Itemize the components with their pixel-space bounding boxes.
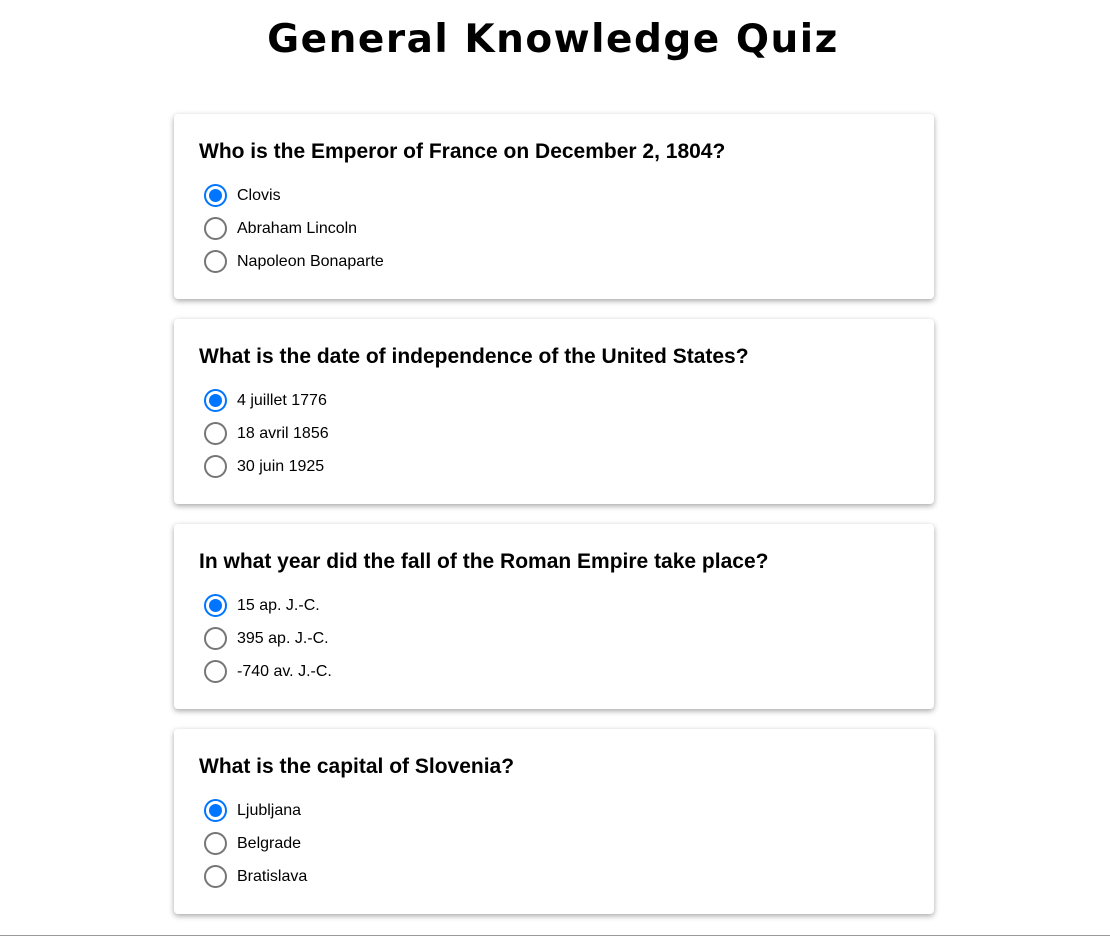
answer-label: Belgrade — [237, 834, 302, 852]
answer-label: Clovis — [237, 186, 281, 204]
answer-label: -740 av. J.-C. — [237, 662, 332, 680]
answer-option[interactable]: 30 juin 1925 — [199, 450, 909, 483]
radio-button[interactable] — [204, 217, 227, 240]
question-text: In what year did the fall of the Roman E… — [199, 550, 769, 573]
answer-option[interactable]: 4 juillet 1776 — [199, 384, 909, 417]
answer-label: 18 avril 1856 — [237, 424, 329, 442]
answer-label: Ljubljana — [237, 801, 302, 819]
answer-label: Napoleon Bonaparte — [237, 252, 384, 270]
radio-button[interactable] — [204, 660, 227, 683]
answer-option[interactable]: Belgrade — [199, 827, 909, 860]
quiz-list: Who is the Emperor of France on December… — [174, 114, 934, 934]
answer-label: 30 juin 1925 — [237, 457, 325, 475]
radio-button[interactable] — [204, 832, 227, 855]
answer-option[interactable]: Ljubljana — [199, 794, 909, 827]
answer-label: 395 ap. J.-C. — [237, 629, 329, 647]
question-text: What is the capital of Slovenia? — [199, 755, 515, 778]
answer-option[interactable]: Napoleon Bonaparte — [199, 245, 909, 278]
question-card-4: What is the capital of Slovenia? Ljublja… — [174, 729, 934, 914]
radio-button[interactable] — [204, 627, 227, 650]
question-card-1: Who is the Emperor of France on December… — [174, 114, 934, 299]
radio-button-selected[interactable] — [204, 594, 227, 617]
answer-label: 4 juillet 1776 — [237, 391, 327, 409]
answer-option[interactable]: Abraham Lincoln — [199, 212, 909, 245]
answer-option[interactable]: 18 avril 1856 — [199, 417, 909, 450]
question-text: Who is the Emperor of France on December… — [199, 140, 726, 163]
radio-button[interactable] — [204, 250, 227, 273]
answer-label: 15 ap. J.-C. — [237, 596, 320, 614]
question-text: What is the date of independence of the … — [199, 345, 749, 368]
question-card-2: What is the date of independence of the … — [174, 319, 934, 504]
radio-button[interactable] — [204, 865, 227, 888]
answer-label: Bratislava — [237, 867, 308, 885]
radio-button[interactable] — [204, 422, 227, 445]
answer-option[interactable]: Bratislava — [199, 860, 909, 893]
question-card-3: In what year did the fall of the Roman E… — [174, 524, 934, 709]
radio-button-selected[interactable] — [204, 184, 227, 207]
answer-option[interactable]: -740 av. J.-C. — [199, 655, 909, 688]
answer-option[interactable]: 15 ap. J.-C. — [199, 589, 909, 622]
radio-button-selected[interactable] — [204, 389, 227, 412]
answer-label: Abraham Lincoln — [237, 219, 358, 237]
radio-button-selected[interactable] — [204, 799, 227, 822]
quiz-page: General Knowledge Quiz Who is the Empero… — [0, 0, 1110, 936]
answer-option[interactable]: Clovis — [199, 179, 909, 212]
radio-button[interactable] — [204, 455, 227, 478]
page-title: General Knowledge Quiz — [267, 17, 839, 62]
answer-option[interactable]: 395 ap. J.-C. — [199, 622, 909, 655]
